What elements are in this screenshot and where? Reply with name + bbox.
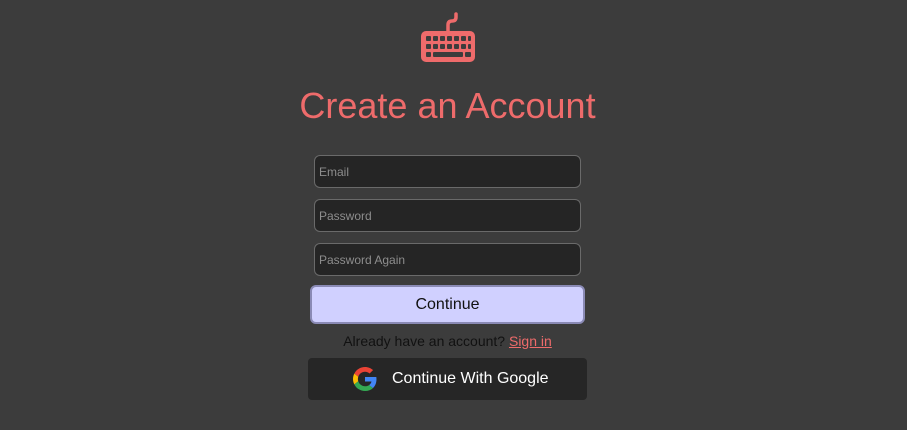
page-title: Create an Account xyxy=(299,85,596,126)
continue-button[interactable]: Continue xyxy=(310,285,585,324)
password-input[interactable] xyxy=(314,199,581,232)
password-again-input[interactable] xyxy=(314,243,581,276)
email-input[interactable] xyxy=(314,155,581,188)
signin-prompt-row: Already have an account? Sign in xyxy=(0,332,895,350)
keyboard-icon xyxy=(421,12,475,62)
signin-link[interactable]: Sign in xyxy=(509,333,552,349)
signin-prompt-text: Already have an account? xyxy=(343,333,506,349)
google-icon xyxy=(353,367,377,391)
google-signin-button[interactable]: Continue With Google xyxy=(308,358,587,400)
signup-page: Create an Account Continue Already have … xyxy=(0,0,907,430)
google-button-label: Continue With Google xyxy=(392,370,549,387)
